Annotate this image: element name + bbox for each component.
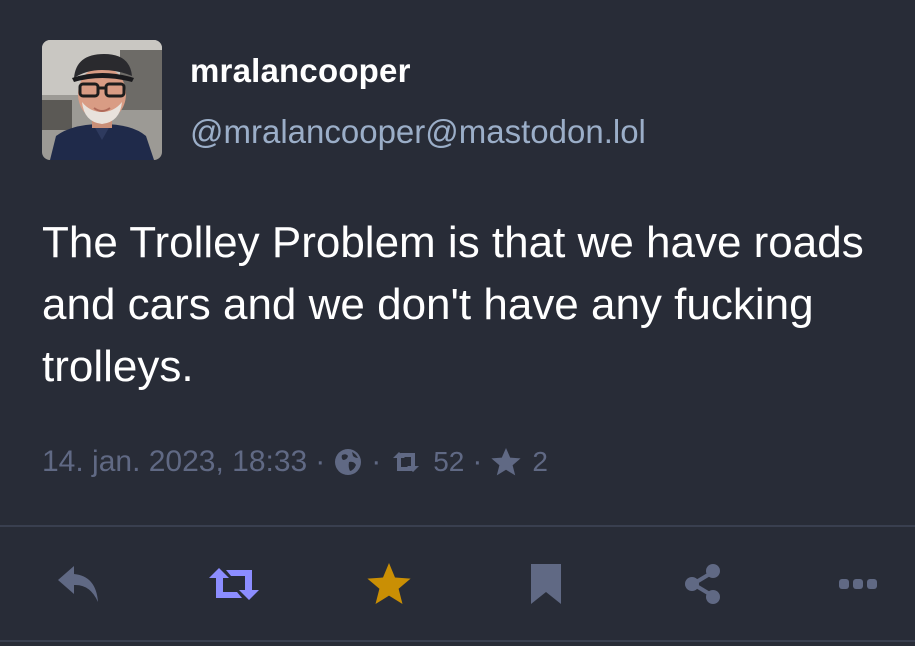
reblogs-count[interactable]: 52 (433, 446, 464, 478)
divider (0, 640, 915, 642)
star-icon (490, 447, 522, 477)
status-post: mralancooper @mralancooper@mastodon.lol … (0, 0, 915, 646)
share-button[interactable] (672, 553, 734, 615)
timestamp[interactable]: 14. jan. 2023, 18:33 (42, 445, 307, 479)
action-bar (0, 553, 915, 615)
favourites-count[interactable]: 2 (532, 446, 548, 478)
bookmark-button[interactable] (515, 553, 577, 615)
status-content: The Trolley Problem is that we have road… (42, 218, 864, 391)
star-icon (367, 563, 411, 604)
reply-icon (58, 566, 98, 602)
status-meta: 14. jan. 2023, 18:33 · · 52 · 2 (42, 440, 548, 484)
boost-button[interactable] (203, 553, 265, 615)
retweet-icon (209, 568, 259, 600)
globe-icon (333, 447, 363, 477)
separator: · (371, 445, 382, 478)
separator: · (315, 445, 326, 478)
separator: · (472, 445, 483, 478)
divider (0, 525, 915, 527)
bookmark-icon (531, 564, 561, 604)
retweet-icon (389, 449, 423, 475)
share-icon (685, 564, 720, 604)
more-icon (839, 579, 877, 589)
account-handle[interactable]: @mralancooper@mastodon.lol (190, 113, 646, 151)
reply-button[interactable] (48, 553, 110, 615)
avatar[interactable] (42, 40, 162, 160)
display-name[interactable]: mralancooper (190, 52, 411, 90)
more-button[interactable] (827, 553, 889, 615)
avatar-image (42, 40, 162, 160)
favourite-button[interactable] (358, 553, 420, 615)
